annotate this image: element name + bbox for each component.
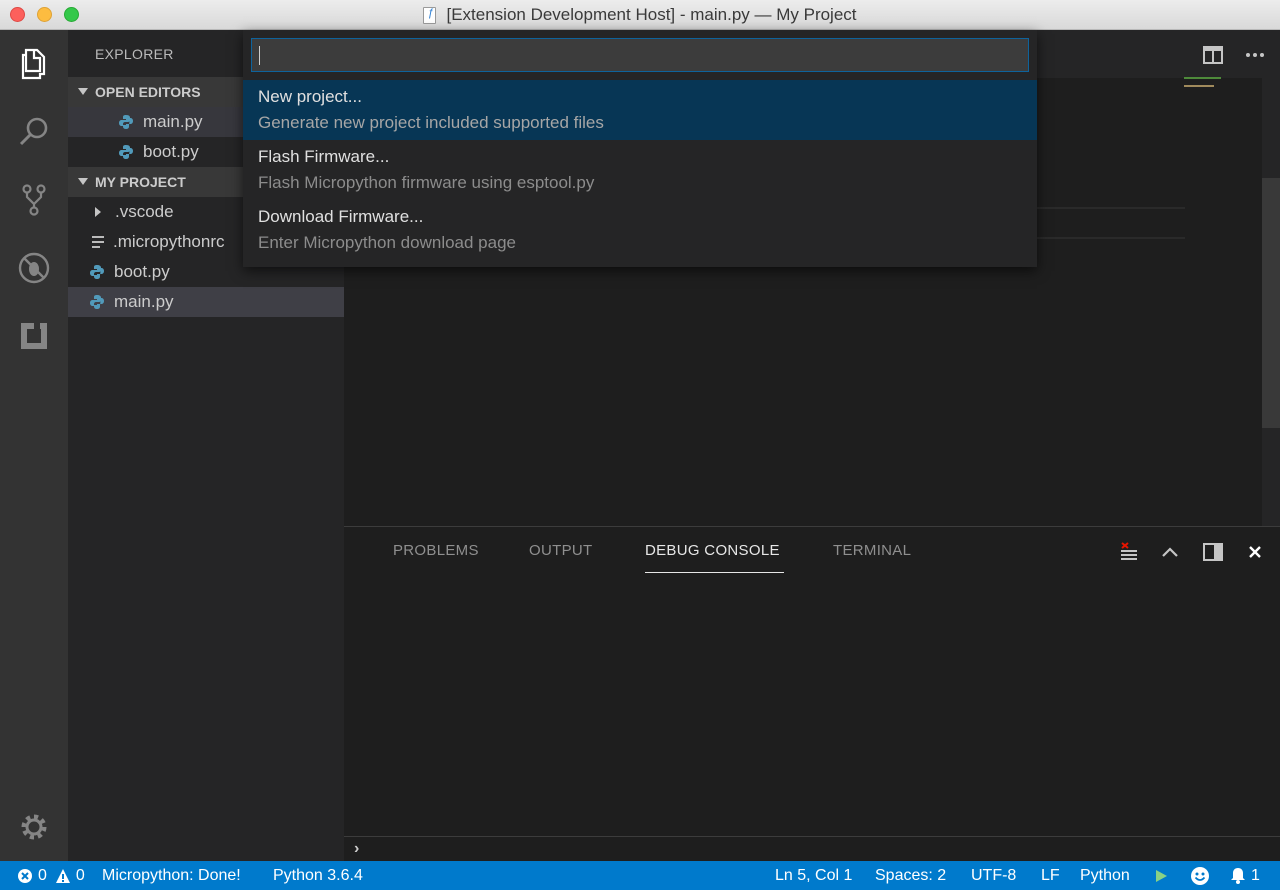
notification-count: 1: [1251, 866, 1260, 884]
warning-icon: [55, 868, 71, 884]
explorer-icon[interactable]: [14, 44, 54, 84]
indentation[interactable]: Spaces: 2: [875, 861, 946, 890]
encoding[interactable]: UTF-8: [971, 861, 1016, 890]
quick-pick-description: Generate new project included supported …: [258, 113, 604, 132]
search-icon[interactable]: [14, 112, 54, 152]
editor-scrollbar-thumb[interactable]: [1262, 178, 1280, 428]
document-icon: [423, 6, 437, 24]
bell-icon: [1230, 867, 1246, 884]
status-bar: 0 0 Micropython: Done! Python 3.6.4 Ln 5…: [0, 861, 1280, 890]
quick-pick-description: Enter Micropython download page: [258, 233, 516, 252]
error-icon: [17, 868, 33, 884]
feedback-smiley-icon[interactable]: [1190, 861, 1210, 890]
tree-item-label: main.py: [114, 292, 174, 311]
close-panel-icon[interactable]: [1244, 541, 1266, 563]
window-title-wrap: [Extension Development Host] - main.py —…: [0, 0, 1280, 30]
tab-terminal[interactable]: TERMINAL: [833, 542, 911, 559]
tree-item-label: .vscode: [115, 202, 174, 221]
panel-position-icon[interactable]: [1202, 541, 1224, 563]
open-editor-label: boot.py: [143, 142, 199, 161]
editor-ruler-line: [1037, 237, 1185, 239]
source-control-icon[interactable]: [14, 180, 54, 220]
python-file-icon: [119, 145, 133, 159]
tree-item-label: boot.py: [114, 262, 170, 281]
problems-status[interactable]: 0 0: [17, 861, 85, 890]
error-count: 0: [38, 866, 47, 884]
quick-pick-item-download-firmware[interactable]: Download Firmware... Enter Micropython d…: [243, 200, 1037, 260]
window-title: [Extension Development Host] - main.py —…: [446, 5, 857, 24]
line-ending[interactable]: LF: [1041, 861, 1060, 890]
tab-output[interactable]: OUTPUT: [529, 542, 592, 559]
maximize-panel-icon[interactable]: [1159, 541, 1181, 563]
run-icon[interactable]: [1154, 861, 1168, 890]
more-actions-icon[interactable]: [1244, 44, 1266, 66]
active-tab-indicator: [645, 572, 784, 573]
tab-problems[interactable]: PROBLEMS: [393, 542, 479, 559]
quick-pick: New project... Generate new project incl…: [243, 30, 1037, 267]
quick-pick-label: New project...: [258, 87, 362, 106]
quick-pick-input[interactable]: [251, 38, 1029, 72]
open-editors-label: OPEN EDITORS: [95, 84, 201, 100]
tree-item-label: .micropythonrc: [113, 232, 225, 251]
editor-ruler-line: [1037, 207, 1185, 209]
micropython-status[interactable]: Micropython: Done!: [102, 861, 241, 890]
quick-pick-label: Download Firmware...: [258, 207, 424, 226]
text-caret: [259, 46, 260, 65]
tab-debug-console[interactable]: DEBUG CONSOLE: [645, 542, 780, 559]
python-file-icon: [90, 265, 104, 279]
debug-console-input[interactable]: ›: [344, 836, 1280, 862]
python-file-icon: [119, 115, 133, 129]
quick-pick-description: Flash Micropython firmware using esptool…: [258, 173, 595, 192]
extensions-icon[interactable]: [14, 316, 54, 356]
chevron-down-icon: [78, 178, 88, 185]
text-file-icon: [92, 236, 104, 248]
split-editor-icon[interactable]: [1202, 44, 1224, 66]
activity-bar: [0, 30, 68, 861]
settings-gear-icon[interactable]: [14, 807, 54, 847]
chevron-down-icon: [78, 88, 88, 95]
sidebar-title: EXPLORER: [95, 46, 174, 62]
open-editor-label: main.py: [143, 112, 203, 131]
tree-item-main[interactable]: main.py: [68, 287, 344, 317]
console-prompt: ›: [354, 840, 360, 857]
debug-icon[interactable]: [14, 248, 54, 288]
project-label: MY PROJECT: [95, 174, 186, 190]
quick-pick-label: Flash Firmware...: [258, 147, 390, 166]
bottom-panel: PROBLEMS OUTPUT DEBUG CONSOLE TERMINAL ›: [344, 526, 1280, 861]
warning-count: 0: [75, 866, 85, 884]
quick-pick-item-new-project[interactable]: New project... Generate new project incl…: [243, 80, 1037, 140]
python-file-icon: [90, 295, 104, 309]
python-interpreter[interactable]: Python 3.6.4: [273, 861, 363, 890]
chevron-right-icon: [95, 207, 101, 217]
minimap-line: [1184, 85, 1214, 87]
clear-console-icon[interactable]: [1118, 541, 1140, 563]
notifications[interactable]: 1: [1230, 861, 1260, 890]
language-mode[interactable]: Python: [1080, 861, 1130, 890]
minimap-line: [1184, 77, 1221, 79]
cursor-position[interactable]: Ln 5, Col 1: [775, 861, 852, 890]
title-bar: [Extension Development Host] - main.py —…: [0, 0, 1280, 30]
quick-pick-item-flash-firmware[interactable]: Flash Firmware... Flash Micropython firm…: [243, 140, 1037, 200]
